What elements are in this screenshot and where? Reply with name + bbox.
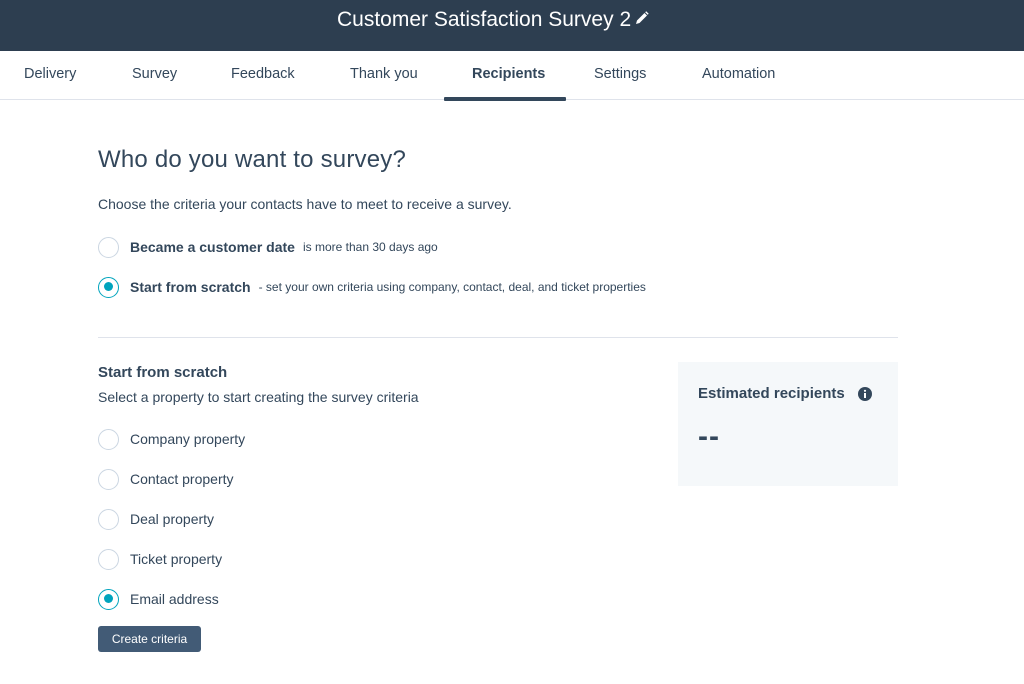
radio-button-checked[interactable] <box>98 588 119 610</box>
page-description: Choose the criteria your contacts have t… <box>98 196 512 212</box>
estimated-recipients-title: Estimated recipients <box>698 385 845 402</box>
scratch-heading: Start from scratch <box>98 364 228 381</box>
tab-bar: Delivery Survey Feedback Thank you Recip… <box>0 51 1024 101</box>
active-tab-indicator <box>444 97 566 101</box>
property-option-contact[interactable]: Contact property <box>98 468 234 490</box>
property-option-deal[interactable]: Deal property <box>98 508 214 530</box>
option-note: - set your own criteria using company, c… <box>258 280 646 294</box>
option-label: Start from scratch <box>130 279 251 295</box>
tab-automation[interactable]: Automation <box>702 51 775 100</box>
create-criteria-button[interactable]: Create criteria <box>98 626 201 652</box>
radio-button[interactable] <box>98 548 119 570</box>
radio-button[interactable] <box>98 468 119 490</box>
tab-feedback[interactable]: Feedback <box>231 51 295 100</box>
radio-button-checked[interactable] <box>98 276 119 298</box>
property-label: Email address <box>130 591 219 607</box>
criteria-option-customer-date[interactable]: Became a customer date is more than 30 d… <box>98 236 438 258</box>
scratch-subheading: Select a property to start creating the … <box>98 389 419 405</box>
page-heading: Who do you want to survey? <box>98 146 407 173</box>
property-label: Deal property <box>130 511 215 527</box>
tab-delivery[interactable]: Delivery <box>24 51 76 100</box>
option-note: is more than 30 days ago <box>302 240 438 254</box>
tab-thank-you[interactable]: Thank you <box>350 51 418 100</box>
radio-button[interactable] <box>98 236 119 258</box>
property-label: Ticket property <box>130 551 223 567</box>
pencil-icon[interactable] <box>634 10 650 26</box>
property-option-ticket[interactable]: Ticket property <box>98 548 222 570</box>
criteria-option-start-from-scratch[interactable]: Start from scratch - set your own criter… <box>98 276 646 298</box>
property-option-email[interactable]: Email address <box>98 588 219 610</box>
survey-title: Customer Satisfaction Survey 2 <box>337 8 632 31</box>
info-icon[interactable] <box>858 387 872 401</box>
property-option-company[interactable]: Company property <box>98 428 245 450</box>
radio-button[interactable] <box>98 508 119 530</box>
option-label: Became a customer date <box>130 239 295 255</box>
estimated-recipients-value: -- <box>698 420 720 453</box>
tab-recipients[interactable]: Recipients <box>472 51 545 100</box>
estimated-recipients-card: Estimated recipients -- <box>678 362 898 486</box>
tab-survey[interactable]: Survey <box>132 51 177 100</box>
radio-button[interactable] <box>98 428 119 450</box>
tab-settings[interactable]: Settings <box>594 51 646 100</box>
top-header-bar: Customer Satisfaction Survey 2 <box>0 0 1024 51</box>
section-divider <box>98 337 898 338</box>
property-label: Contact property <box>130 471 234 487</box>
property-label: Company property <box>130 431 246 447</box>
